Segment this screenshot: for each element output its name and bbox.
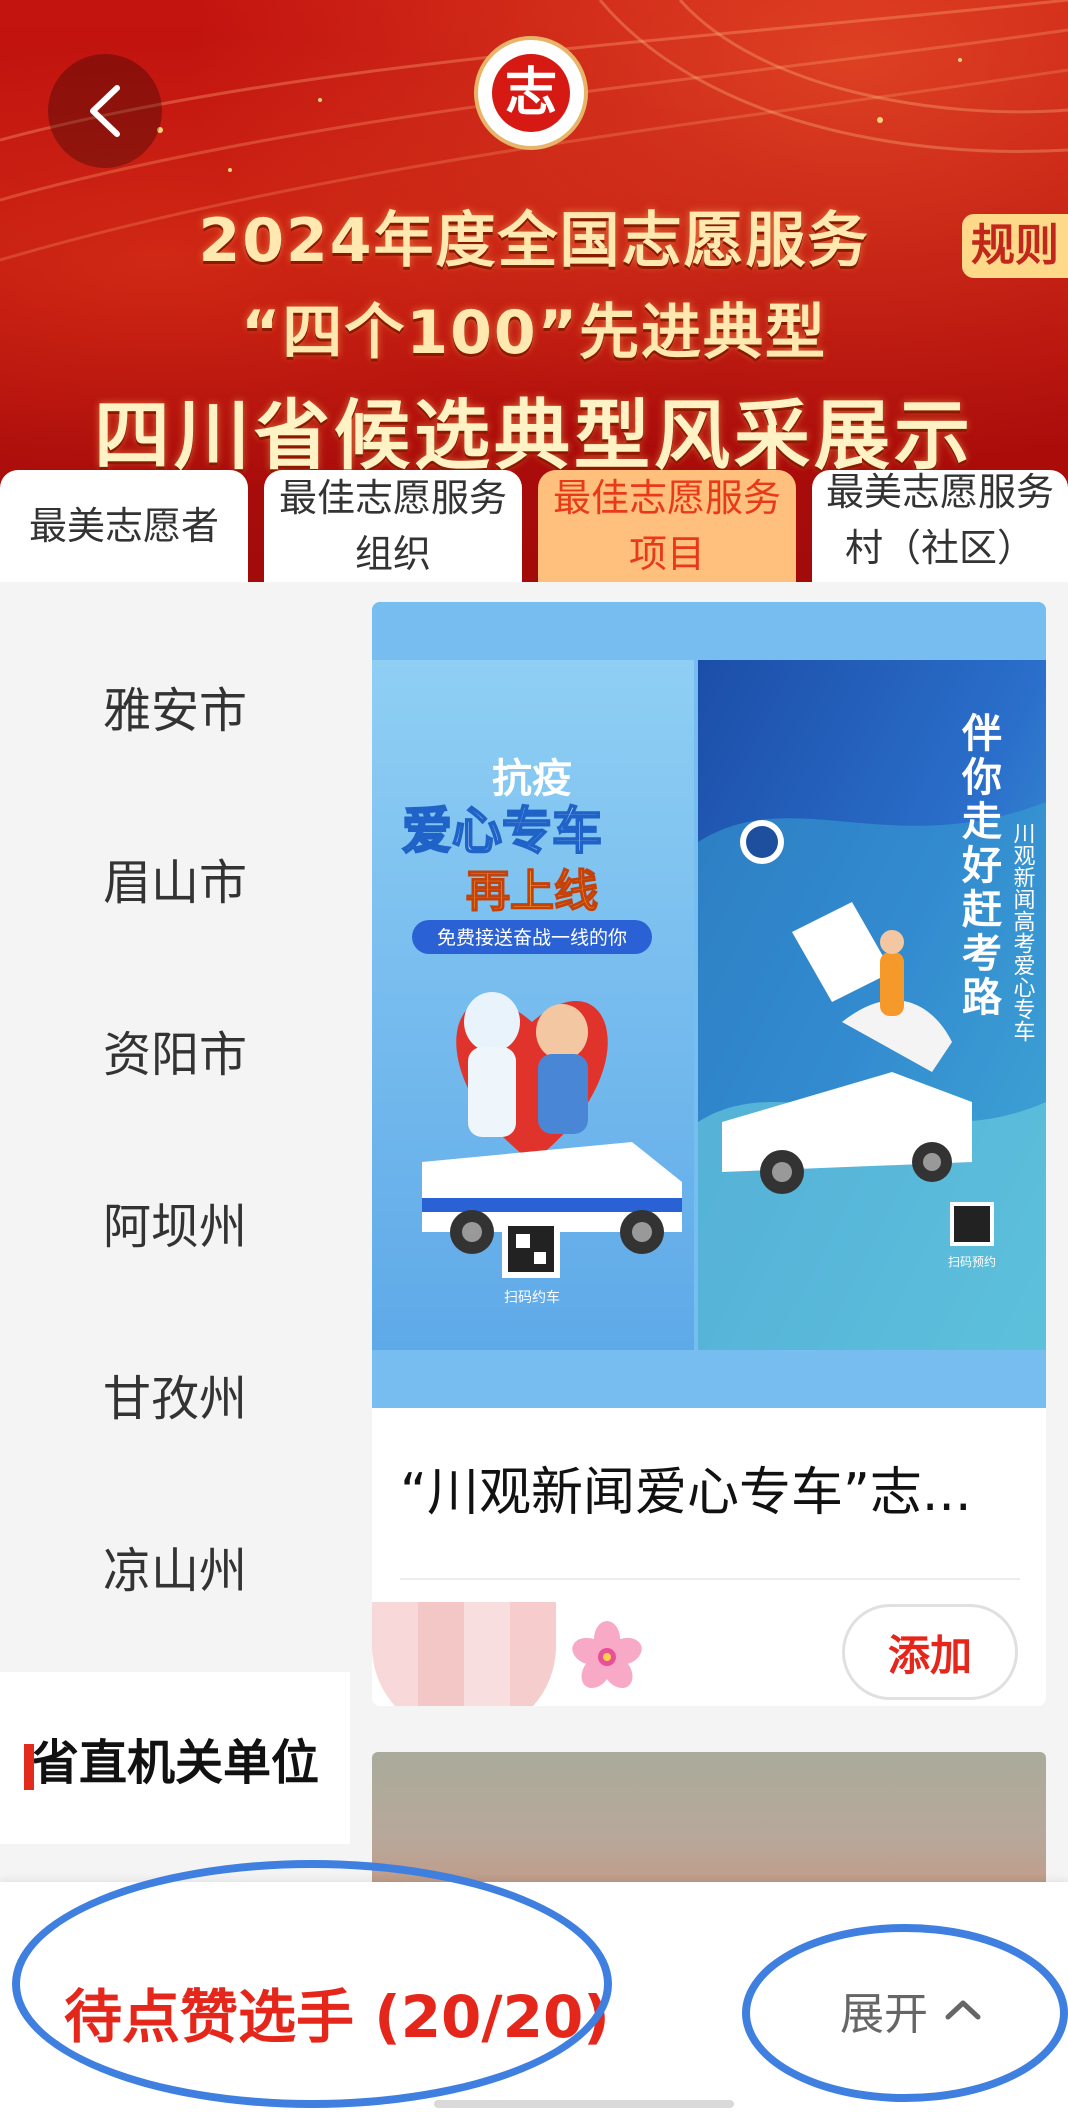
card-title: “川观新闻爱心专车”志... (400, 1463, 972, 1523)
tab-label: 最美志愿服务村（社区） (825, 470, 1054, 570)
sidebar-item-label: 资阳市 (102, 1027, 247, 1083)
tab-label: 最佳志愿服务项目 (552, 476, 781, 576)
add-button[interactable]: 添加 (842, 1604, 1018, 1700)
sidebar-item-label: 雅安市 (102, 683, 247, 739)
flower-icon (572, 1621, 642, 1689)
poster-right-qr-caption: 扫码预约 (948, 1254, 996, 1269)
tab-label: 最佳志愿服务组织 (278, 476, 507, 576)
sidebar-item-label: 凉山州 (102, 1543, 247, 1599)
poster-right-side-text: 川观新闻高考爱心专车 (1010, 822, 1036, 1042)
sidebar-item-label: 省直机关单位 (30, 1735, 319, 1791)
project-poster-image: 抗疫 爱心专车 再上线 免费接送奋战一线的你 扫码约车 伴你走好赶考路 川观新闻… (372, 602, 1046, 1408)
avatar (372, 1602, 556, 1706)
region-sidebar: 雅安市 眉山市 资阳市 阿坝州 甘孜州 凉山州 省直机关单位 (0, 582, 350, 1882)
volunteer-logo: 志 (474, 36, 588, 150)
poster-right-headline: 伴你走好赶考路 (955, 712, 1003, 1020)
rules-button[interactable]: 规则 (962, 214, 1068, 278)
tab-label: 最美志愿者 (28, 504, 219, 548)
poster-left-sub: 免费接送奋战一线的你 (437, 927, 627, 949)
project-card[interactable]: 抗疫 爱心专车 再上线 免费接送奋战一线的你 扫码约车 伴你走好赶考路 川观新闻… (372, 602, 1046, 1706)
poster-left-line3: 再上线 (466, 866, 598, 917)
back-button[interactable] (48, 54, 162, 168)
banner-title-line2: “四个100”先进典型 (240, 298, 828, 368)
banner-title-line1: 2024年度全国志愿服务 (198, 206, 870, 276)
sidebar-item-aba[interactable]: 阿坝州 (0, 1136, 350, 1308)
sidebar-item-label: 甘孜州 (102, 1371, 247, 1427)
highlight-ellipse-expand (742, 1924, 1068, 2102)
banner-title-line3: 四川省候选典型风采展示 (94, 391, 974, 480)
sidebar-item-label: 阿坝州 (102, 1199, 247, 1255)
tab-best-village[interactable]: 最美志愿服务村（社区） (812, 470, 1068, 582)
sidebar-item-yaan[interactable]: 雅安市 (0, 620, 350, 792)
tab-best-organization[interactable]: 最佳志愿服务组织 (264, 470, 522, 582)
sidebar-item-liangshan[interactable]: 凉山州 (0, 1480, 350, 1652)
highlight-ellipse-pending (12, 1860, 612, 2108)
poster-left-line1: 抗疫 (492, 756, 572, 802)
card-divider (400, 1578, 1020, 1580)
project-list: 抗疫 爱心专车 再上线 免费接送奋战一线的你 扫码约车 伴你走好赶考路 川观新闻… (350, 582, 1068, 1892)
sidebar-item-label: 眉山市 (102, 855, 247, 911)
tab-best-volunteer[interactable]: 最美志愿者 (0, 470, 248, 582)
sidebar-item-provincial[interactable]: 省直机关单位 (0, 1672, 350, 1844)
logo-char: 志 (492, 54, 570, 132)
active-marker (24, 1744, 34, 1790)
sidebar-item-ganzi[interactable]: 甘孜州 (0, 1308, 350, 1480)
category-tabs: 最美志愿者 最佳志愿服务组织 最佳志愿服务项目 最美志愿服务村（社区） (0, 470, 1068, 582)
tab-best-project[interactable]: 最佳志愿服务项目 (538, 470, 796, 582)
poster-left-qr-caption: 扫码约车 (504, 1289, 560, 1306)
chevron-left-icon (90, 85, 120, 137)
sidebar-item-ziyang[interactable]: 资阳市 (0, 964, 350, 1136)
project-card-next[interactable] (372, 1752, 1046, 1892)
poster-left-line2: 爱心专车 (402, 802, 602, 860)
home-indicator (434, 2100, 734, 2108)
sidebar-item-meishan[interactable]: 眉山市 (0, 792, 350, 964)
